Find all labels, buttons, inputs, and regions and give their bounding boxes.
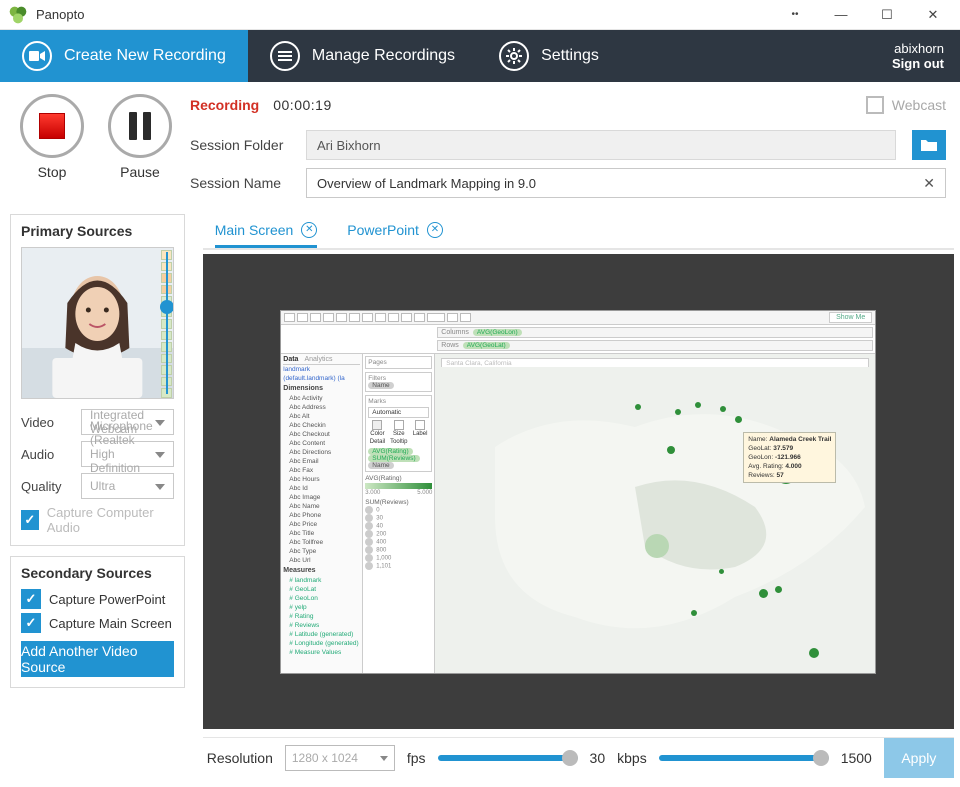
screen-preview: Show Me ColumnsAVG(GeoLon) RowsAVG(GeoLa… (203, 254, 954, 729)
fps-label: fps (407, 750, 426, 766)
stop-icon (39, 113, 65, 139)
clear-name-icon[interactable]: ✕ (923, 175, 935, 192)
audio-select[interactable]: Microphone (Realtek High Definition Au (81, 441, 174, 467)
tab-powerpoint[interactable]: PowerPoint ✕ (347, 214, 443, 248)
checkmark-icon: ✓ (21, 613, 41, 633)
session-folder-label: Session Folder (190, 137, 290, 153)
kbps-slider[interactable] (659, 755, 829, 761)
browse-folder-button[interactable] (912, 130, 946, 160)
maximize-button[interactable]: ☐ (864, 0, 910, 30)
gear-icon (499, 41, 529, 71)
capture-settings-bar: Resolution 1280 x 1024 fps 30 kbps 1500 … (203, 737, 954, 777)
captured-app-window: Show Me ColumnsAVG(GeoLon) RowsAVG(GeoLa… (280, 310, 876, 674)
title-bar: Panopto •• — ☐ ✕ (0, 0, 960, 30)
quality-label: Quality (21, 479, 71, 494)
nav-manage-label: Manage Recordings (312, 47, 455, 65)
minimize-button[interactable]: — (818, 0, 864, 30)
webcam-preview (21, 247, 174, 399)
fps-slider[interactable] (438, 755, 578, 761)
pause-label: Pause (120, 164, 160, 180)
video-label: Video (21, 415, 71, 430)
sign-out-link[interactable]: Sign out (892, 56, 944, 71)
webcast-label: Webcast (892, 97, 946, 113)
session-name-label: Session Name (190, 175, 290, 191)
nav-settings-label: Settings (541, 47, 599, 65)
fps-value: 30 (590, 750, 606, 766)
checkmark-icon: ✓ (21, 510, 39, 530)
show-me-button: Show Me (829, 312, 872, 323)
nav-create-recording[interactable]: Create New Recording (0, 30, 248, 82)
capture-main-screen-toggle[interactable]: ✓ Capture Main Screen (21, 613, 174, 633)
nav-manage-recordings[interactable]: Manage Recordings (248, 30, 477, 82)
app-logo-icon (8, 5, 28, 25)
stop-button[interactable] (20, 94, 84, 158)
settings-gear-icon[interactable]: •• (772, 0, 818, 30)
camera-icon (22, 41, 52, 71)
primary-sources-panel: Primary Sources (10, 214, 185, 546)
session-name-field[interactable]: Overview of Landmark Mapping in 9.0 ✕ (306, 168, 946, 198)
quality-select[interactable]: Ultra (81, 473, 174, 499)
folder-icon (920, 138, 938, 152)
user-info: abixhorn Sign out (892, 30, 960, 82)
secondary-sources-panel: Secondary Sources ✓ Capture PowerPoint ✓… (10, 556, 185, 688)
audio-level-slider[interactable] (160, 248, 174, 398)
nav-create-label: Create New Recording (64, 47, 226, 65)
audio-label: Audio (21, 447, 71, 462)
nav-settings[interactable]: Settings (477, 30, 621, 82)
pause-icon (129, 112, 151, 140)
top-nav: Create New Recording Manage Recordings S… (0, 30, 960, 82)
close-tab-icon[interactable]: ✕ (427, 222, 443, 238)
tab-main-screen[interactable]: Main Screen ✕ (215, 214, 318, 248)
recording-status: Recording (190, 97, 259, 113)
app-name: Panopto (36, 7, 84, 22)
source-tabs: Main Screen ✕ PowerPoint ✕ (203, 214, 954, 250)
secondary-sources-title: Secondary Sources (21, 565, 174, 581)
recording-controls: Stop Pause (20, 94, 172, 206)
session-area: Stop Pause Recording 00:00:19 Webcast Se… (0, 82, 960, 214)
checkbox-icon (866, 96, 884, 114)
resolution-select[interactable]: 1280 x 1024 (285, 745, 395, 771)
webcast-toggle[interactable]: Webcast (866, 96, 946, 114)
stop-label: Stop (38, 164, 67, 180)
resolution-label: Resolution (207, 750, 273, 766)
kbps-value: 1500 (841, 750, 872, 766)
capture-powerpoint-toggle[interactable]: ✓ Capture PowerPoint (21, 589, 174, 609)
pause-button[interactable] (108, 94, 172, 158)
kbps-label: kbps (617, 750, 647, 766)
close-button[interactable]: ✕ (910, 0, 956, 30)
capture-computer-audio-toggle[interactable]: ✓ Capture Computer Audio (21, 505, 174, 535)
primary-sources-title: Primary Sources (21, 223, 174, 239)
checkmark-icon: ✓ (21, 589, 41, 609)
add-video-source-button[interactable]: Add Another Video Source (21, 641, 174, 677)
list-icon (270, 41, 300, 71)
recording-time: 00:00:19 (273, 97, 332, 113)
session-folder-field[interactable]: Ari Bixhorn (306, 130, 896, 160)
close-tab-icon[interactable]: ✕ (301, 222, 317, 238)
apply-button[interactable]: Apply (884, 738, 954, 778)
user-name: abixhorn (894, 41, 944, 56)
